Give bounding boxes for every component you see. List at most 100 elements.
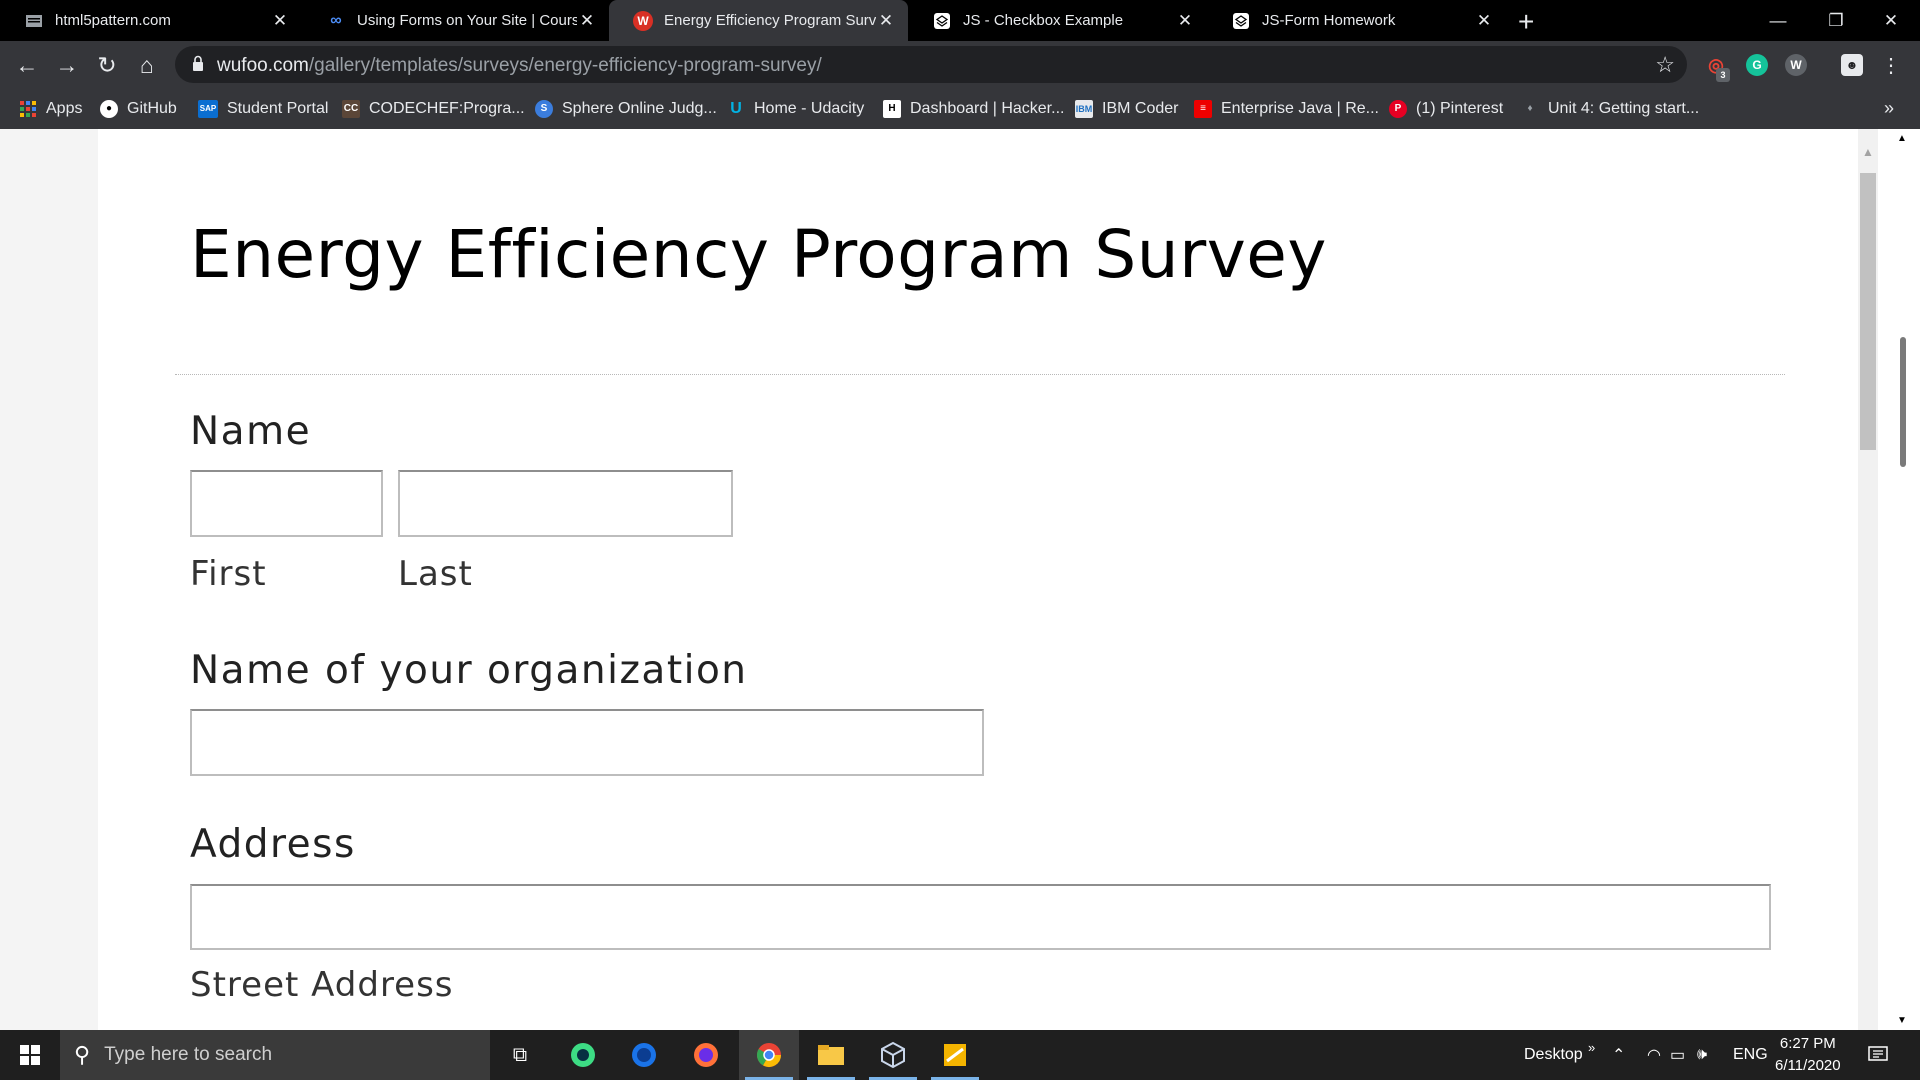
- ibm-icon: IBM: [1075, 99, 1093, 118]
- page-icon: [24, 11, 44, 31]
- bookmark-student-portal[interactable]: SAP Student Portal: [198, 88, 328, 129]
- firefox-developer-icon[interactable]: [614, 1030, 674, 1080]
- scroll-down-icon[interactable]: ▼: [1897, 1015, 1907, 1026]
- bookmark-label: GitHub: [127, 99, 177, 117]
- scroll-up-icon[interactable]: ▲: [1897, 133, 1907, 144]
- file-explorer-icon[interactable]: [801, 1030, 861, 1080]
- last-name-input[interactable]: [398, 470, 733, 537]
- star-icon[interactable]: ☆: [1655, 52, 1675, 78]
- notifications-icon[interactable]: [1868, 1030, 1888, 1080]
- bookmark-spoj[interactable]: S Sphere Online Judg...: [535, 88, 717, 129]
- windows-start-button[interactable]: [0, 1030, 60, 1080]
- tab-title: Energy Efficiency Program Survey: [664, 12, 876, 29]
- task-view-icon[interactable]: ⧉: [490, 1030, 550, 1080]
- first-sublabel: First: [190, 554, 267, 594]
- extension-badge: 3: [1716, 68, 1730, 82]
- page-scrollbar[interactable]: ▲ ▼: [1878, 129, 1920, 1030]
- clock[interactable]: 6:27 PM 6/11/2020: [1775, 1030, 1841, 1080]
- tab-checkbox-example[interactable]: JS - Checkbox Example ✕: [908, 0, 1207, 41]
- back-button[interactable]: ←: [12, 50, 42, 80]
- udacity-icon: U: [730, 99, 742, 117]
- bookmark-codechef[interactable]: CC CODECHEF:Progra...: [342, 88, 525, 129]
- bookmark-enterprise-java[interactable]: ≡ Enterprise Java | Re...: [1194, 88, 1379, 129]
- inner-scrollbar[interactable]: ▲: [1858, 129, 1878, 1030]
- windows-taskbar: ⚲ Type here to search ⧉ Desktop » ⌃ ◠ ▭ …: [0, 1030, 1920, 1080]
- forward-button[interactable]: →: [52, 50, 82, 80]
- street-address-sublabel: Street Address: [190, 965, 454, 1005]
- form-title: Energy Efficiency Program Survey: [190, 216, 1327, 293]
- reload-button[interactable]: ↻: [92, 50, 122, 80]
- bookmark-label: Sphere Online Judg...: [562, 99, 717, 117]
- street-address-input[interactable]: [190, 884, 1771, 950]
- taskbar-search-box[interactable]: ⚲ Type here to search: [60, 1030, 490, 1080]
- tray-chevron-up-icon[interactable]: ⌃: [1612, 1030, 1625, 1080]
- lock-icon: [192, 55, 204, 72]
- new-tab-button[interactable]: +: [1518, 6, 1534, 38]
- language-indicator[interactable]: ENG: [1733, 1030, 1768, 1080]
- close-icon[interactable]: ✕: [876, 11, 896, 31]
- extension-w-icon[interactable]: W: [1785, 54, 1807, 76]
- name-label: Name: [190, 409, 312, 454]
- bookmark-hackerrank[interactable]: H Dashboard | Hacker...: [883, 88, 1064, 129]
- wifi-icon[interactable]: ◠: [1647, 1030, 1661, 1080]
- bookmark-label: IBM Coder: [1102, 99, 1179, 117]
- tab-title: JS-Form Homework: [1262, 12, 1396, 29]
- close-icon[interactable]: ✕: [1175, 11, 1195, 31]
- browser-tab-strip: html5pattern.com ✕ ∞ Using Forms on Your…: [0, 0, 1920, 41]
- tab-html5pattern[interactable]: html5pattern.com ✕: [0, 0, 302, 41]
- scrollbar-thumb[interactable]: [1860, 173, 1876, 450]
- github-icon: ●: [100, 99, 118, 118]
- toolbar-overflow-icon[interactable]: »: [1588, 1022, 1595, 1072]
- page-icon: ♦: [1527, 103, 1533, 114]
- close-window-button[interactable]: ✕: [1862, 0, 1920, 41]
- close-icon[interactable]: ✕: [577, 11, 597, 31]
- grammarly-icon[interactable]: G: [1746, 54, 1768, 76]
- organization-label: Name of your organization: [190, 648, 748, 693]
- restore-button[interactable]: ❐: [1807, 0, 1865, 41]
- spoj-icon: S: [535, 99, 553, 118]
- codepen-icon: [932, 11, 952, 31]
- tab-title: Using Forms on Your Site | Coursera: [357, 12, 577, 29]
- codepen-icon: [1231, 11, 1251, 31]
- bookmark-apps[interactable]: Apps: [19, 88, 82, 129]
- sap-icon: SAP: [198, 99, 218, 118]
- bookmark-ibm-coder[interactable]: IBM IBM Coder: [1075, 88, 1178, 129]
- search-placeholder: Type here to search: [104, 1044, 273, 1065]
- url-text: wufoo.com/gallery/templates/surveys/ener…: [217, 55, 822, 76]
- close-icon[interactable]: ✕: [1474, 11, 1494, 31]
- organization-input[interactable]: [190, 709, 984, 776]
- sublime-like-app-icon[interactable]: [925, 1030, 985, 1080]
- home-button[interactable]: ⌂: [132, 50, 162, 80]
- volume-icon[interactable]: 🕪: [1697, 1030, 1707, 1080]
- scrollbar-thumb[interactable]: [1900, 337, 1906, 467]
- coursera-icon: ∞: [330, 11, 342, 29]
- first-name-input[interactable]: [190, 470, 383, 537]
- scroll-up-icon[interactable]: ▲: [1861, 145, 1875, 159]
- chrome-icon[interactable]: [739, 1030, 799, 1080]
- profile-avatar[interactable]: ☻: [1841, 54, 1863, 76]
- close-icon[interactable]: ✕: [270, 11, 290, 31]
- bookmarks-overflow-button[interactable]: »: [1884, 88, 1894, 129]
- bookmark-unit4[interactable]: ♦ Unit 4: Getting start...: [1521, 88, 1699, 129]
- tab-coursera[interactable]: ∞ Using Forms on Your Site | Coursera ✕: [302, 0, 609, 41]
- clock-time: 6:27 PM: [1779, 1035, 1836, 1052]
- bookmark-pinterest[interactable]: P (1) Pinterest: [1389, 88, 1503, 129]
- virtualbox-icon[interactable]: [863, 1030, 923, 1080]
- battery-icon[interactable]: ▭: [1670, 1030, 1685, 1080]
- page-viewport: Energy Efficiency Program Survey Name Fi…: [0, 129, 1858, 1030]
- minimize-button[interactable]: —: [1749, 0, 1807, 41]
- apps-grid-icon: [19, 100, 37, 118]
- desktop-toolbar-label[interactable]: Desktop: [1524, 1030, 1583, 1080]
- android-studio-icon[interactable]: [553, 1030, 613, 1080]
- bookmark-label: Dashboard | Hacker...: [910, 99, 1065, 117]
- tab-title: html5pattern.com: [55, 12, 171, 29]
- tab-energy-survey[interactable]: W Energy Efficiency Program Survey ✕: [609, 0, 908, 41]
- firefox-icon[interactable]: [676, 1030, 736, 1080]
- bookmark-label: Enterprise Java | Re...: [1221, 99, 1379, 117]
- address-bar[interactable]: wufoo.com/gallery/templates/surveys/ener…: [175, 46, 1687, 83]
- menu-icon[interactable]: ⋮: [1876, 50, 1906, 80]
- tab-form-homework[interactable]: JS-Form Homework ✕: [1207, 0, 1506, 41]
- search-icon: ⚲: [74, 1042, 91, 1067]
- bookmark-udacity[interactable]: U Home - Udacity: [727, 88, 864, 129]
- bookmark-github[interactable]: ● GitHub: [100, 88, 177, 129]
